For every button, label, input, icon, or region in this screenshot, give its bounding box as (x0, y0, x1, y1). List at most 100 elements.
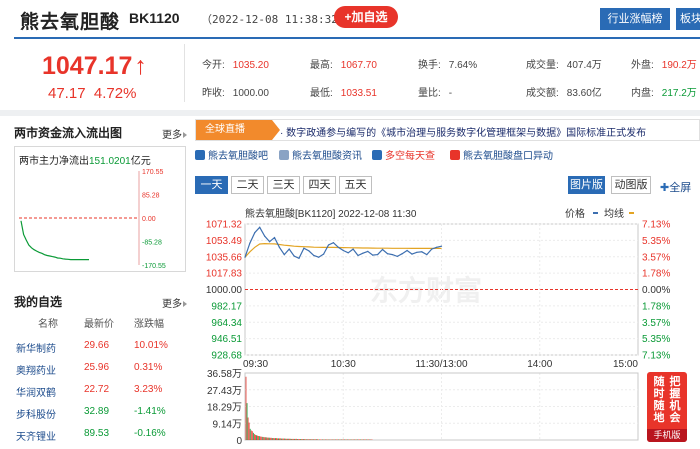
pct-tick-label: 1.78% (642, 301, 670, 312)
y-tick-label: 1035.66 (206, 252, 243, 263)
stock-code: BK1120 (129, 10, 180, 26)
price-point (421, 251, 423, 253)
capital-flow-title: 两市资金流入流出图 (14, 126, 123, 140)
chart-title: 熊去氧胆酸[BK1120] 2022-12-08 11:30 (245, 207, 417, 220)
quote-field-label: 外盘: (631, 60, 654, 71)
favorite-price: 29.66 (84, 340, 110, 351)
favorite-name[interactable]: 华润双鹤 (16, 384, 56, 399)
legend-price-label: 价格 (565, 207, 585, 220)
x-tick-label: 09:30 (243, 359, 268, 370)
x-tick-label: 14:00 (527, 359, 552, 370)
quote-field-value: 1033.51 (340, 88, 377, 99)
mini-tick-label: 0.00 (142, 216, 156, 223)
price-point (401, 253, 403, 255)
x-tick-label: 10:30 (331, 359, 356, 370)
capital-flow-more-link[interactable]: 更多 (162, 126, 187, 141)
related-link[interactable]: 熊去氧胆酸吧 (195, 147, 268, 162)
price-point (298, 257, 300, 259)
price-point (308, 250, 310, 252)
volume-tick-label: 18.29万 (207, 403, 242, 414)
news-ticker[interactable]: 全球直播 · 数字政通参与编写的《城市治理与服务数字化管理框架与数据》国际标准正… (195, 119, 700, 141)
volume-tick-label: 27.43万 (207, 386, 242, 397)
stock-name: 熊去氧胆酸 (20, 12, 121, 33)
board-button[interactable]: 板块 (676, 8, 700, 30)
x-tick-label: 11:30/13:00 (415, 359, 468, 370)
price-point (273, 237, 276, 239)
price-point (254, 232, 256, 234)
quote-field-label: 内盘: (631, 88, 654, 99)
capital-flow-svg: 170.55 85.28 0.00 -85.28 -170.55 (19, 169, 166, 270)
quote-summary: 1047.17↑ 47.17 4.72% 今开: 1035.20 最高: 1067.7… (14, 40, 700, 110)
volume-tick-label: 9.14万 (213, 419, 242, 430)
y-tick-label: 1071.32 (206, 220, 243, 231)
pct-tick-label: 3.57% (642, 252, 670, 263)
volume-tick-label: 0 (236, 436, 242, 447)
add-favorite-button[interactable]: +加自选 (334, 6, 398, 28)
mobile-app-ad[interactable]: 随时随地 把握机会 手机版 (647, 372, 687, 442)
mini-tick-label: -170.55 (142, 263, 166, 270)
news-headline[interactable]: · 数字政通参与编写的《城市治理与服务数字化管理框架与数据》国际标准正式发布 (280, 124, 646, 139)
fullscreen-link[interactable]: ✚全屏 (660, 179, 691, 195)
period-tab[interactable]: 一天 (195, 176, 228, 194)
quote-field-label: 最高: (310, 60, 333, 71)
live-news-tag: 全球直播 (196, 120, 280, 140)
favorite-name[interactable]: 新华制药 (16, 340, 56, 355)
mini-tick-label: 170.55 (142, 169, 164, 176)
quote-field: 成交额: 83.60亿 (526, 84, 602, 99)
legend-avg: 均线 (604, 207, 634, 220)
section-band (0, 110, 700, 116)
period-tab[interactable]: 二天 (231, 176, 264, 194)
favorite-name[interactable]: 天齐锂业 (16, 428, 56, 443)
quote-field-value: 190.2万 (661, 60, 697, 71)
price-point (377, 254, 379, 256)
quote-field: 成交量: 407.4万 (526, 56, 602, 71)
favorite-name[interactable]: 奥翔药业 (16, 362, 56, 377)
y-tick-label: 1017.83 (206, 269, 243, 280)
image-version-button[interactable]: 图片版 (568, 176, 605, 194)
favorites-more-link[interactable]: 更多 (162, 295, 187, 310)
ad-text-left: 随时随地 (653, 376, 665, 424)
quote-field: 内盘: 217.2万 (631, 84, 697, 99)
quote-field-value: - (448, 88, 453, 99)
quote-field-value: 1000.00 (232, 88, 269, 99)
pct-tick-label: 0.00% (642, 285, 670, 296)
quote-field: 量比: - (418, 84, 452, 99)
price-point (278, 246, 280, 248)
up-arrow-icon: ↑ (134, 52, 147, 80)
quote-field: 外盘: 190.2万 (631, 56, 697, 71)
quote-field-label: 最低: (310, 88, 333, 99)
industry-rank-button[interactable]: 行业涨幅榜 (600, 8, 670, 30)
period-tab[interactable]: 四天 (303, 176, 336, 194)
quote-field-value: 7.64% (448, 60, 478, 71)
pct-tick-label: 1.78% (642, 269, 670, 280)
y-tick-label: 1000.00 (206, 285, 243, 296)
quote-field-value: 1067.70 (340, 60, 377, 71)
animated-version-button[interactable]: 动图版 (611, 176, 651, 194)
period-tab[interactable]: 五天 (339, 176, 372, 194)
pct-tick-label: 5.35% (642, 334, 670, 345)
related-link[interactable]: 熊去氧胆酸盘口异动 (450, 147, 553, 162)
price-point (303, 247, 305, 249)
legend-price: 价格 (565, 207, 598, 220)
quote-field: 最低: 1033.51 (310, 84, 377, 99)
period-tab[interactable]: 三天 (267, 176, 300, 194)
legend-avg-label: 均线 (604, 207, 624, 220)
quote-separator (184, 44, 185, 102)
price-point (362, 252, 364, 254)
ad-footer: 手机版 (647, 429, 687, 442)
quote-field-value: 83.60亿 (566, 88, 602, 99)
pct-tick-label: 7.13% (642, 220, 670, 231)
price-point (269, 241, 271, 243)
favorite-price: 22.72 (84, 384, 110, 395)
price-point (342, 249, 344, 252)
price-point (381, 248, 384, 251)
expand-icon: ✚ (660, 182, 670, 194)
pct-tick-label: 7.13% (642, 351, 670, 362)
favorite-name[interactable]: 步科股份 (16, 406, 56, 421)
price-point (440, 245, 443, 247)
related-link[interactable]: 多空每天查 (372, 147, 435, 162)
quote-field: 昨收: 1000.00 (202, 84, 269, 99)
related-link[interactable]: 熊去氧胆酸资讯 (279, 147, 362, 162)
price-point (283, 254, 285, 256)
price-point (244, 256, 246, 258)
